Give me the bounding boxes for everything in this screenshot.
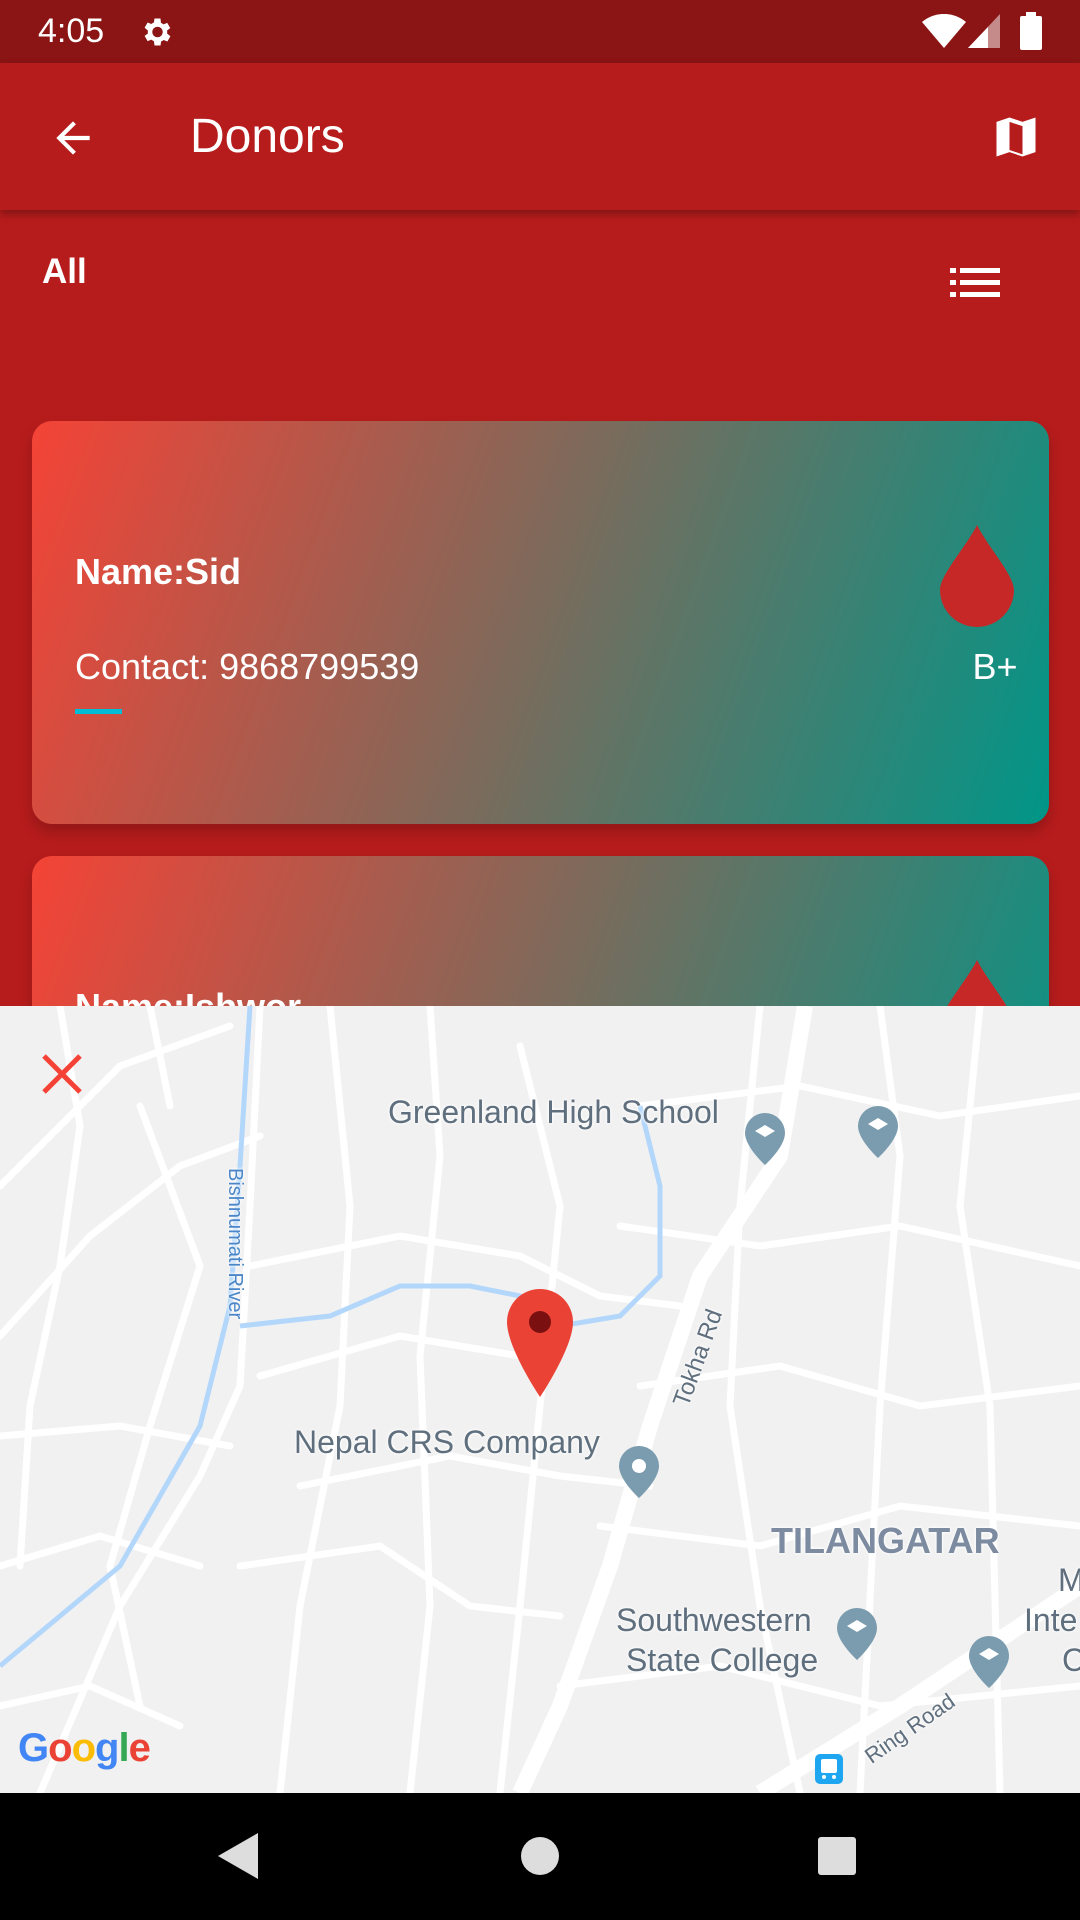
home-nav-icon[interactable] bbox=[520, 1836, 560, 1876]
recents-nav-icon[interactable] bbox=[818, 1837, 856, 1875]
donor-name: Name:Sid bbox=[75, 551, 242, 592]
map-label-area: TILANGATAR bbox=[771, 1520, 1000, 1561]
wifi-icon bbox=[922, 14, 966, 48]
back-nav-icon[interactable] bbox=[218, 1833, 258, 1879]
map-label-river: Bishnumati River bbox=[224, 1168, 246, 1320]
map-label-edge: M bbox=[1058, 1562, 1080, 1598]
map-view[interactable]: Greenland High School Bishnumati River T… bbox=[0, 1006, 1080, 1793]
donor-contact: Contact: 9868799539 bbox=[75, 646, 420, 687]
settings-icon bbox=[144, 18, 171, 46]
map-label-school: Greenland High School bbox=[388, 1094, 719, 1130]
blood-drop-icon bbox=[940, 525, 1014, 627]
signal-icon bbox=[968, 14, 1000, 48]
school-pin-icon[interactable] bbox=[837, 1608, 877, 1660]
google-logo: Google bbox=[18, 1726, 151, 1770]
map-icon[interactable] bbox=[990, 111, 1042, 163]
battery-icon bbox=[1020, 12, 1042, 50]
donor-card[interactable]: Name:Sid Contact: 9868799539 B+ bbox=[32, 421, 1049, 824]
status-bar: 4:05 bbox=[0, 0, 1080, 63]
school-pin-icon[interactable] bbox=[969, 1636, 1009, 1688]
blood-group: B+ bbox=[972, 646, 1018, 687]
map-label-company: Nepal CRS Company bbox=[294, 1424, 600, 1460]
navigation-bar bbox=[0, 1793, 1080, 1920]
map-label-edge: C bbox=[1062, 1642, 1080, 1678]
accent-underline bbox=[75, 709, 122, 714]
school-pin-icon[interactable] bbox=[858, 1106, 898, 1158]
map-label-college-line2: State College bbox=[626, 1642, 819, 1678]
map-label-college-line1: Southwestern bbox=[616, 1602, 812, 1638]
close-icon[interactable] bbox=[40, 1052, 84, 1096]
bus-stop-icon[interactable] bbox=[815, 1754, 843, 1784]
status-time: 4:05 bbox=[38, 12, 105, 50]
arrow-back-icon[interactable] bbox=[48, 113, 98, 163]
map-label-edge: Inte bbox=[1024, 1602, 1078, 1638]
school-pin-icon[interactable] bbox=[745, 1113, 785, 1165]
app-bar: Donors bbox=[0, 63, 1080, 210]
filter-label[interactable]: All bbox=[42, 252, 87, 292]
place-pin-icon[interactable] bbox=[619, 1446, 659, 1498]
page-title: Donors bbox=[190, 110, 345, 163]
location-marker-icon[interactable] bbox=[507, 1289, 573, 1397]
list-icon[interactable] bbox=[950, 268, 1000, 298]
